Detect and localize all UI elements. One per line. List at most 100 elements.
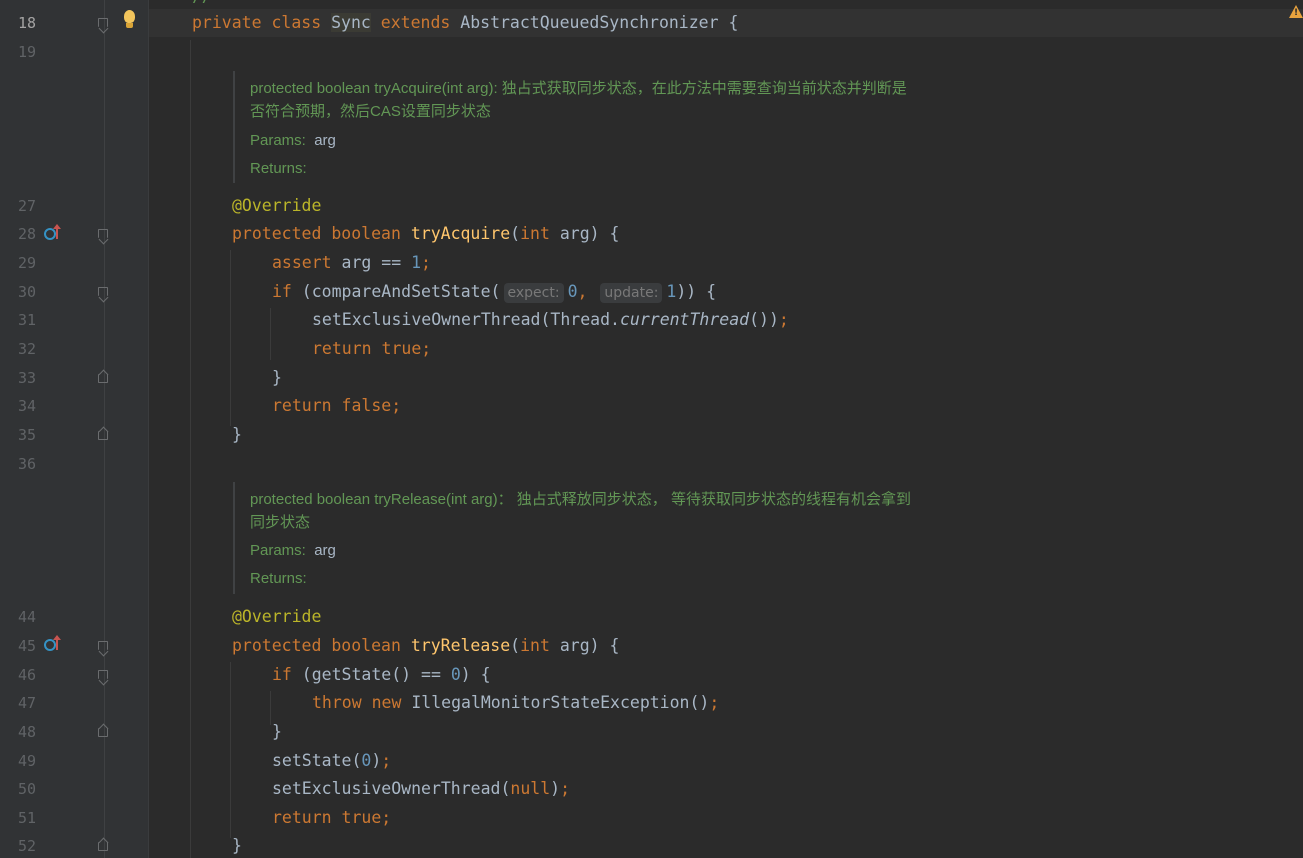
line-number[interactable]: 32 [0,339,36,359]
class-name-highlighted: Sync [331,13,371,32]
annotation: @Override [232,607,322,626]
fold-marker-icon[interactable] [97,286,109,303]
line-number[interactable]: 29 [0,253,36,273]
code-text: (compareAndSetState( [291,282,501,301]
comma: , [577,282,588,301]
code-line-27[interactable]: @Override [232,196,321,216]
doc-params-value: arg [314,132,336,149]
keyword: int [520,224,550,243]
previous-line-fragment: //... [190,0,238,3]
line-number[interactable]: 18 [0,13,36,33]
code-line-45[interactable]: protected boolean tryRelease(int arg) { [232,636,619,656]
doc-params-label: Params: [250,542,306,559]
line-number[interactable]: 36 [0,454,36,474]
fold-marker-icon[interactable] [97,17,109,34]
semicolon: ; [560,779,571,798]
number: 0 [450,665,461,684]
code-line-44[interactable]: @Override [232,607,321,627]
keyword: return true; [312,339,432,358]
doc-params-value: arg [314,542,336,559]
line-number[interactable]: 31 [0,310,36,330]
static-method: currentThread [619,310,750,329]
fold-marker-icon[interactable] [97,640,109,657]
line-number[interactable]: 52 [0,836,36,856]
code-line-49[interactable]: setState(0); [272,751,391,771]
line-number[interactable]: 27 [0,196,36,216]
keyword: boolean [331,224,401,243]
indent-guide [270,691,271,725]
line-number[interactable]: 35 [0,425,36,445]
line-number[interactable]: 45 [0,636,36,656]
code-text: ()) [749,310,779,329]
line-number[interactable]: 33 [0,368,36,388]
code-text: (getState() == [291,665,451,684]
code-line-29[interactable]: assert arg == 1; [272,253,431,273]
keyword: int [520,636,550,655]
method-name: tryRelease [410,636,511,655]
keyword: class [271,13,322,32]
fold-marker-icon[interactable] [97,228,109,245]
doc-returns-label: Returns: [250,160,307,177]
code-text: AbstractQueuedSynchronizer { [460,13,739,32]
doc-params-label: Params: [250,132,306,149]
code-line-51[interactable]: return true; [272,808,391,828]
semicolon: ; [421,253,431,272]
code-text: setExclusiveOwnerThread(Thread. [312,310,620,329]
warning-icon[interactable]: ! [1289,5,1303,18]
line-number[interactable]: 48 [0,722,36,742]
code-line-31[interactable]: setExclusiveOwnerThread(Thread.currentTh… [312,310,789,330]
fold-marker-icon[interactable] [97,669,109,686]
line-number[interactable]: 50 [0,779,36,799]
semicolon: ; [778,310,789,329]
code-line-52[interactable]: } [232,836,242,856]
code-line-48[interactable]: } [272,722,282,742]
keyword: boolean [331,636,401,655]
number: 0 [567,282,578,301]
line-number[interactable]: 19 [0,42,36,62]
fold-marker-icon[interactable] [97,426,109,442]
doc-comment-bar [233,482,235,594]
keyword: assert [272,253,332,272]
code-text: } [272,368,282,387]
fold-marker-icon[interactable] [97,723,109,739]
fold-marker-icon[interactable] [97,369,109,385]
number: 0 [361,751,372,770]
code-text: } [272,722,282,741]
line-number[interactable]: 34 [0,396,36,416]
line-number[interactable]: 44 [0,607,36,627]
code-text: ) { [460,665,491,684]
doc-comment-tryrelease[interactable]: protected boolean tryRelease(int arg)： 独… [250,488,911,590]
doc-returns-label: Returns: [250,570,307,587]
code-text: IllegalMonitorStateException() [401,693,710,712]
code-line-18[interactable]: private class Sync extends AbstractQueue… [192,13,738,33]
keyword: protected [232,636,322,655]
code-text: )) { [676,282,717,301]
code-line-47[interactable]: throw new IllegalMonitorStateException()… [312,693,719,713]
doc-comment-tryacquire[interactable]: protected boolean tryAcquire(int arg): 独… [250,77,907,180]
code-text: } [232,425,242,444]
code-text: setExclusiveOwnerThread( [272,779,511,798]
lightbulb-icon[interactable] [122,9,138,31]
line-number[interactable]: 46 [0,665,36,685]
code-line-33[interactable]: } [272,368,282,388]
line-number[interactable]: 28 [0,224,36,244]
code-line-35[interactable]: } [232,425,242,445]
code-line-46[interactable]: if (getState() == 0) { [272,665,491,685]
line-number[interactable]: 51 [0,808,36,828]
doc-text: 否符合预期，然后CAS设置同步状态 [250,103,491,120]
doc-text: protected boolean tryAcquire(int arg): 独… [250,80,907,97]
overrides-method-icon[interactable] [44,224,64,243]
keyword: private [192,13,262,32]
fold-marker-icon[interactable] [97,837,109,853]
code-line-32[interactable]: return true; [312,339,431,359]
code-line-50[interactable]: setExclusiveOwnerThread(null); [272,779,570,799]
code-line-28[interactable]: protected boolean tryAcquire(int arg) { [232,224,619,244]
overrides-method-icon[interactable] [44,635,64,654]
code-text: arg) { [549,636,620,655]
line-number[interactable]: 30 [0,282,36,302]
code-line-34[interactable]: return false; [272,396,401,416]
line-number[interactable]: 49 [0,751,36,771]
parameter-hint: expect: [503,283,564,303]
line-number[interactable]: 47 [0,693,36,713]
code-line-30[interactable]: if (compareAndSetState(expect: 0, update:… [272,282,716,303]
